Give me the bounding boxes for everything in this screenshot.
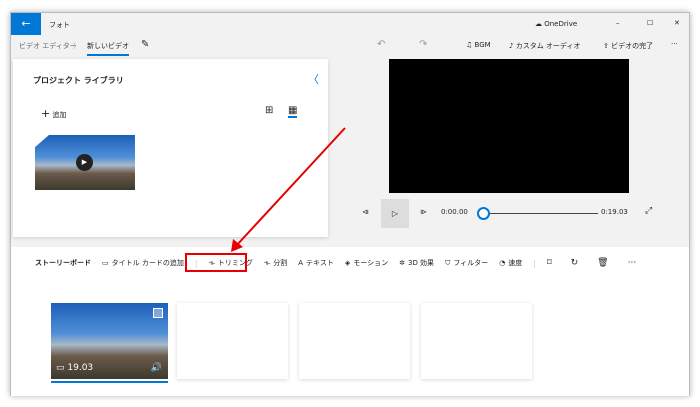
annotation-arrow [231, 127, 346, 252]
arrow-line [235, 127, 346, 247]
